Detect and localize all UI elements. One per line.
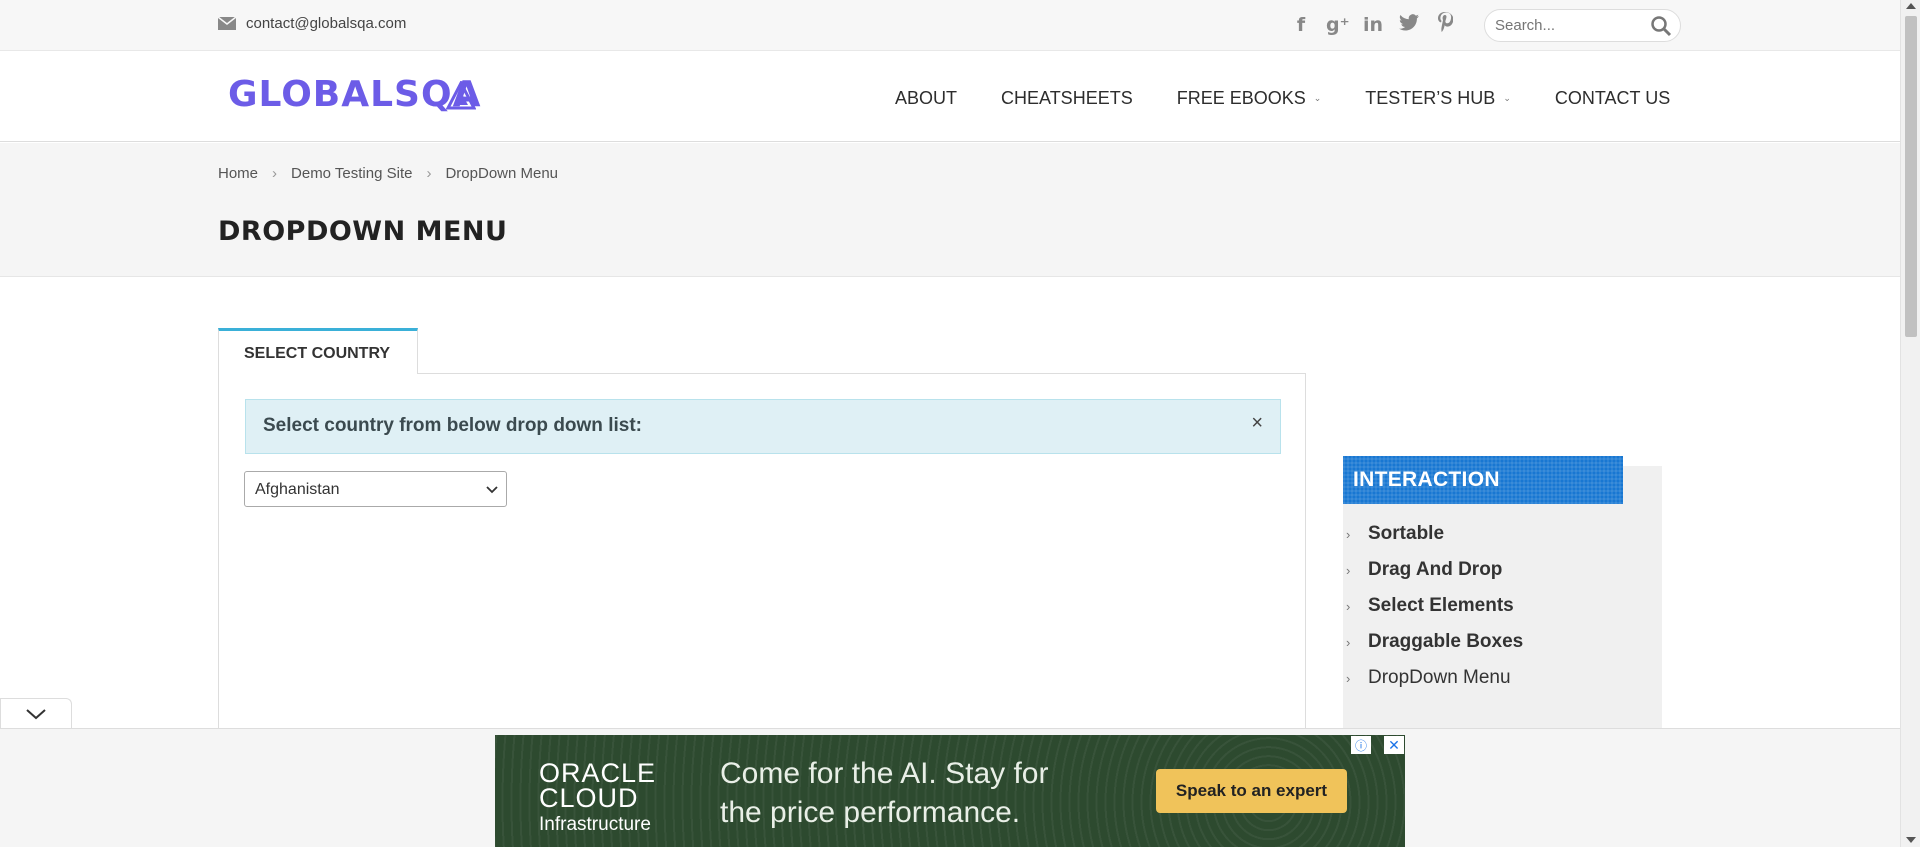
email-text[interactable]: contact@globalsqa.com bbox=[246, 15, 406, 32]
chevron-right-icon: › bbox=[1346, 670, 1351, 686]
linkedin-icon[interactable]: in bbox=[1362, 14, 1384, 36]
ad-close-icon[interactable]: ✕ bbox=[1384, 736, 1404, 754]
chevron-right-icon: › bbox=[1346, 562, 1351, 578]
breadcrumb-home[interactable]: Home bbox=[218, 165, 258, 182]
chevron-down-icon: ⌄ bbox=[1313, 93, 1322, 103]
scroll-up-icon[interactable] bbox=[1906, 3, 1916, 9]
ad-brand: ORACLE CLOUD Infrastructure bbox=[539, 758, 657, 836]
tab-label: SELECT COUNTRY bbox=[244, 345, 391, 362]
sidebar-item-drag-and-drop[interactable]: › Drag And Drop bbox=[1346, 552, 1523, 588]
sidebar-list: › Sortable › Drag And Drop › Select Elem… bbox=[1346, 516, 1523, 696]
social-links: f g⁺ in bbox=[1290, 12, 1456, 37]
chevron-right-icon: › bbox=[1346, 526, 1351, 542]
nav-cheatsheets[interactable]: CHEATSHEETS bbox=[1001, 88, 1133, 109]
nav-testers-hub[interactable]: TESTER’S HUB ⌄ bbox=[1365, 88, 1511, 109]
nav-contact-us[interactable]: CONTACT US bbox=[1555, 88, 1670, 109]
close-icon[interactable]: × bbox=[1251, 412, 1263, 435]
mail-icon bbox=[218, 17, 236, 30]
sidebar-header: INTERACTION bbox=[1343, 456, 1623, 504]
scroll-down-icon[interactable] bbox=[1906, 837, 1916, 843]
sidebar-item-select-elements[interactable]: › Select Elements bbox=[1346, 588, 1523, 624]
search-input[interactable] bbox=[1495, 17, 1645, 34]
chevron-down-icon: ⌄ bbox=[1503, 93, 1511, 103]
site-header: GLOBALSQA ABOUT CHEATSHEETS FREE EBOOKS ⌄… bbox=[0, 52, 1900, 142]
logo[interactable]: GLOBALSQA bbox=[228, 74, 481, 115]
nav-about[interactable]: ABOUT bbox=[895, 88, 957, 109]
country-dropdown[interactable]: Afghanistan bbox=[244, 471, 507, 507]
nav-free-ebooks[interactable]: FREE EBOOKS ⌄ bbox=[1177, 88, 1322, 109]
page-title: DROPDOWN MENU bbox=[218, 216, 508, 247]
scrollbar-thumb[interactable] bbox=[1905, 16, 1917, 337]
ad-headline: Come for the AI. Stay for the price perf… bbox=[720, 757, 1049, 829]
sidebar-item-dropdown-menu[interactable]: › DropDown Menu bbox=[1346, 660, 1523, 696]
sidebar-item-draggable-boxes[interactable]: › Draggable Boxes bbox=[1346, 624, 1523, 660]
page-scrollbar[interactable] bbox=[1900, 0, 1920, 847]
chevron-right-icon: › bbox=[1346, 598, 1351, 614]
chevron-down-icon bbox=[26, 709, 46, 720]
chevron-down-icon bbox=[486, 486, 498, 494]
search-box bbox=[1484, 9, 1681, 42]
chevron-right-icon: › bbox=[1346, 634, 1351, 650]
info-alert: Select country from below drop down list… bbox=[245, 399, 1281, 454]
ad-collapse-button[interactable] bbox=[0, 698, 72, 728]
contact-email[interactable]: contact@globalsqa.com bbox=[218, 15, 406, 32]
ad-cta-button[interactable]: Speak to an expert bbox=[1156, 769, 1347, 813]
sidebar-title: INTERACTION bbox=[1353, 468, 1500, 491]
facebook-icon[interactable]: f bbox=[1290, 14, 1312, 36]
breadcrumb-demo-testing-site[interactable]: Demo Testing Site bbox=[291, 165, 412, 182]
google-plus-icon[interactable]: g⁺ bbox=[1326, 14, 1350, 36]
sidebar-item-sortable[interactable]: › Sortable bbox=[1346, 516, 1523, 552]
top-bar: contact@globalsqa.com f g⁺ in bbox=[0, 0, 1900, 51]
ad-info-icon[interactable]: ⓘ bbox=[1351, 736, 1371, 754]
breadcrumb-current: DropDown Menu bbox=[445, 165, 559, 182]
tab-select-country[interactable]: SELECT COUNTRY bbox=[218, 328, 418, 374]
breadcrumb-separator-icon: › bbox=[272, 165, 278, 182]
alert-message: Select country from below drop down list… bbox=[263, 415, 642, 436]
pinterest-icon[interactable] bbox=[1434, 12, 1456, 37]
logo-triangle-icon[interactable] bbox=[446, 81, 476, 111]
breadcrumb-separator-icon: › bbox=[426, 165, 432, 182]
advertisement[interactable]: ORACLE CLOUD Infrastructure Come for the… bbox=[495, 735, 1405, 847]
country-selected-value: Afghanistan bbox=[255, 481, 340, 498]
main-nav: ABOUT CHEATSHEETS FREE EBOOKS ⌄ TESTER’S … bbox=[895, 88, 1670, 109]
page-title-band: Home › Demo Testing Site › DropDown Menu… bbox=[0, 143, 1900, 277]
search-icon[interactable] bbox=[1650, 15, 1672, 37]
breadcrumb: Home › Demo Testing Site › DropDown Menu bbox=[218, 165, 558, 182]
twitter-icon[interactable] bbox=[1398, 13, 1420, 36]
